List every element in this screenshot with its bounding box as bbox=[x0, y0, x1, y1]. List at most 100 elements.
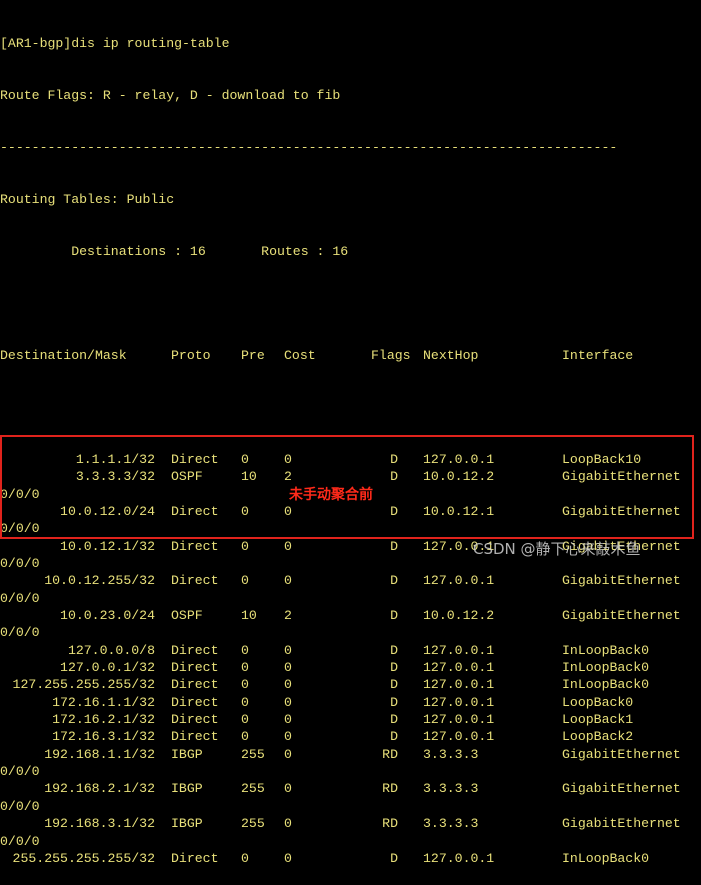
route-pre: 0 bbox=[241, 850, 249, 866]
route-cost: 0 bbox=[284, 816, 292, 832]
route-nexthop: 127.0.0.1 bbox=[423, 712, 495, 728]
interface-wrap-line: 0/0/0 bbox=[0, 625, 40, 641]
route-cost: 0 bbox=[284, 660, 292, 676]
route-destination: 192.168.2.1/32 bbox=[44, 781, 155, 797]
route-proto: Direct bbox=[171, 660, 219, 676]
route-cost: 0 bbox=[284, 729, 292, 745]
route-pre: 255 bbox=[241, 781, 265, 797]
route-proto: Direct bbox=[171, 850, 219, 866]
route-proto: Direct bbox=[171, 642, 219, 658]
route-pre: 255 bbox=[241, 746, 265, 762]
route-nexthop: 127.0.0.1 bbox=[423, 677, 495, 693]
table-row: 192.168.1.1/32 IBGP 255 0 RD 3.3.3.3 GigabitEt… bbox=[0, 746, 701, 763]
route-interface: GigabitEthernet bbox=[562, 573, 681, 589]
route-flags: RD bbox=[382, 816, 398, 832]
route-cost: 0 bbox=[284, 642, 292, 658]
route-proto: IBGP bbox=[171, 781, 203, 797]
col-nexthop-header: NextHop bbox=[423, 347, 479, 363]
route-proto: Direct bbox=[171, 538, 219, 554]
route-flags: RD bbox=[382, 746, 398, 762]
route-flags: D bbox=[390, 573, 398, 589]
table-row: 172.16.1.1/32 Direct 0 0 D 127.0.0.1 LoopBack0 bbox=[0, 694, 701, 711]
route-pre: 0 bbox=[241, 660, 249, 676]
route-proto: IBGP bbox=[171, 816, 203, 832]
col-cost-header: Cost bbox=[284, 347, 316, 363]
route-destination: 172.16.1.1/32 bbox=[52, 694, 155, 710]
route-flags: D bbox=[390, 694, 398, 710]
table-row: 192.168.2.1/32 IBGP 255 0 RD 3.3.3.3 GigabitEt… bbox=[0, 780, 701, 797]
route-flags: D bbox=[390, 608, 398, 624]
route-destination: 127.0.0.0/8 bbox=[67, 642, 155, 658]
route-nexthop: 127.0.0.1 bbox=[423, 729, 495, 745]
table-row: 192.168.3.1/32 IBGP 255 0 RD 3.3.3.3 GigabitEt… bbox=[0, 815, 701, 832]
route-pre: 0 bbox=[241, 677, 249, 693]
route-destination: 255.255.255.255/32 bbox=[12, 850, 155, 866]
table-row: 127.0.0.0/8 Direct 0 0 D 127.0.0.1 InLoopBack0 bbox=[0, 642, 701, 659]
route-destination: 172.16.3.1/32 bbox=[52, 729, 155, 745]
route-cost: 0 bbox=[284, 573, 292, 589]
table-row: 172.16.3.1/32 Direct 0 0 D 127.0.0.1 LoopBack2 bbox=[0, 728, 701, 745]
route-pre: 10 bbox=[241, 608, 257, 624]
route-cost: 0 bbox=[284, 850, 292, 866]
route-proto: OSPF bbox=[171, 608, 203, 624]
route-flags: D bbox=[390, 538, 398, 554]
route-nexthop: 3.3.3.3 bbox=[423, 816, 479, 832]
route-cost: 0 bbox=[284, 694, 292, 710]
route-destination: 127.0.0.1/32 bbox=[60, 660, 155, 676]
route-cost: 0 bbox=[284, 746, 292, 762]
route-pre: 255 bbox=[241, 816, 265, 832]
route-interface: InLoopBack0 bbox=[562, 677, 650, 693]
route-destination: 192.168.3.1/32 bbox=[44, 816, 155, 832]
route-cost: 0 bbox=[284, 677, 292, 693]
routing-tables-title: Routing Tables: Public bbox=[0, 191, 175, 207]
route-interface: GigabitEthernet bbox=[562, 781, 681, 797]
route-interface: GigabitEthernet bbox=[562, 608, 681, 624]
route-interface: LoopBack2 bbox=[562, 729, 634, 745]
route-interface: InLoopBack0 bbox=[562, 660, 650, 676]
route-pre: 0 bbox=[241, 642, 249, 658]
table-row: 127.0.0.1/32 Direct 0 0 D 127.0.0.1 InLoopBack… bbox=[0, 659, 701, 676]
route-pre: 0 bbox=[241, 712, 249, 728]
route-cost: 0 bbox=[284, 781, 292, 797]
route-destination: 10.0.23.0/24 bbox=[60, 608, 155, 624]
col-destination-header: Destination/Mask bbox=[0, 347, 127, 363]
route-nexthop: 3.3.3.3 bbox=[423, 781, 479, 797]
route-cost: 2 bbox=[284, 608, 292, 624]
route-interface: InLoopBack0 bbox=[562, 850, 650, 866]
route-pre: 0 bbox=[241, 538, 249, 554]
route-flags: D bbox=[390, 712, 398, 728]
annotation-label: 未手动聚合前 bbox=[289, 487, 373, 503]
route-nexthop: 127.0.0.1 bbox=[423, 850, 495, 866]
col-pre-header: Pre bbox=[241, 347, 265, 363]
route-nexthop: 127.0.0.1 bbox=[423, 660, 495, 676]
route-destination: 192.168.1.1/32 bbox=[44, 746, 155, 762]
command-line: [AR1-bgp]dis ip routing-table bbox=[0, 35, 230, 51]
route-interface: InLoopBack0 bbox=[562, 642, 650, 658]
watermark: CSDN @静下心来敲木鱼 bbox=[473, 540, 641, 558]
route-destination: 10.0.12.255/32 bbox=[44, 573, 155, 589]
route-nexthop: 3.3.3.3 bbox=[423, 746, 479, 762]
table-row: 127.255.255.255/32 Direct 0 0 D 127.0.0.1 InLo… bbox=[0, 676, 701, 693]
route-flags: D bbox=[390, 677, 398, 693]
table-row: 172.16.2.1/32 Direct 0 0 D 127.0.0.1 LoopBack1 bbox=[0, 711, 701, 728]
destinations-summary: Destinations : 16 Routes : 16 bbox=[0, 243, 349, 259]
column-header-row: Destination/Mask Proto Pre Cost Flags Ne… bbox=[0, 347, 701, 364]
route-destination: 172.16.2.1/32 bbox=[52, 712, 155, 728]
route-interface: LoopBack1 bbox=[562, 712, 634, 728]
route-proto: Direct bbox=[171, 712, 219, 728]
route-proto: Direct bbox=[171, 729, 219, 745]
route-proto: Direct bbox=[171, 694, 219, 710]
route-interface: GigabitEthernet bbox=[562, 746, 681, 762]
route-flags: RD bbox=[382, 781, 398, 797]
route-flags: D bbox=[390, 729, 398, 745]
route-pre: 0 bbox=[241, 573, 249, 589]
table-row: 10.0.23.0/24 OSPF 10 2 D 10.0.12.2 GigabitEthe… bbox=[0, 607, 701, 624]
route-nexthop: 127.0.0.1 bbox=[423, 694, 495, 710]
route-proto: Direct bbox=[171, 677, 219, 693]
interface-wrap-line: 0/0/0 bbox=[0, 590, 40, 606]
table-row: 10.0.12.255/32 Direct 0 0 D 127.0.0.1 GigabitE… bbox=[0, 572, 701, 589]
route-destination: 127.255.255.255/32 bbox=[12, 677, 155, 693]
interface-wrap-line: 0/0/0 bbox=[0, 798, 40, 814]
